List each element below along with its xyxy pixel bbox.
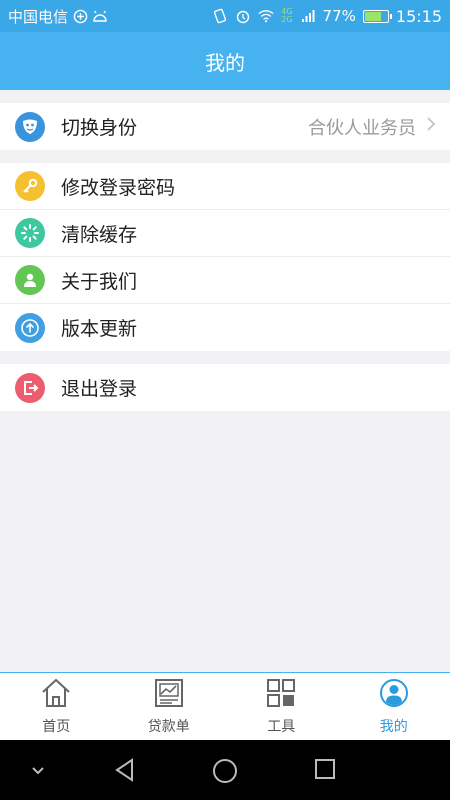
tab-home-label: 首页 (42, 718, 71, 735)
logout-row[interactable]: 退出登录 (0, 364, 450, 411)
tab-loan-label: 贷款单 (147, 718, 190, 735)
wifi-icon (258, 8, 274, 24)
loading-icon (15, 218, 45, 248)
network-type: 4G 2G (281, 7, 293, 24)
bottom-tab-bar: 首页 贷款单 工具 我的 (0, 672, 450, 740)
loan-chart-icon (154, 678, 184, 712)
status-bar: 中国电信 4G 2G 77% 15:15 (0, 0, 450, 32)
clear-cache-row[interactable]: 清除缓存 (0, 210, 450, 257)
back-button[interactable] (113, 758, 137, 782)
home-icon (40, 678, 72, 712)
settings-group: 修改登录密码 清除缓存 关于我们 版本更新 (0, 163, 450, 351)
mask-icon (15, 111, 45, 142)
page-header: 我的 (0, 32, 450, 90)
signal-icon (300, 8, 316, 24)
tab-loan[interactable]: 贷款单 (113, 673, 226, 740)
logout-group: 退出登录 (0, 364, 450, 411)
carrier-name: 中国电信 (8, 7, 69, 26)
clear-cache-label: 清除缓存 (61, 223, 138, 246)
clock: 15:15 (395, 6, 442, 26)
add-circle-icon (72, 8, 88, 24)
key-icon (15, 171, 45, 201)
switch-identity-label: 切换身份 (61, 117, 138, 139)
grid-tools-icon (266, 678, 296, 712)
change-password-row[interactable]: 修改登录密码 (0, 163, 450, 210)
logout-icon (15, 372, 45, 403)
about-us-row[interactable]: 关于我们 (0, 257, 450, 304)
page-title: 我的 (205, 50, 245, 75)
tab-mine[interactable]: 我的 (338, 673, 450, 740)
battery-percent: 77% (322, 7, 356, 25)
tab-mine-label: 我的 (379, 718, 408, 735)
tab-tools[interactable]: 工具 (225, 673, 338, 740)
switch-identity-row[interactable]: 切换身份 合伙人业务员 (0, 103, 450, 150)
android-nav-bar (0, 740, 450, 800)
change-password-label: 修改登录密码 (61, 176, 176, 199)
hide-keyboard-button[interactable] (30, 758, 46, 782)
version-update-label: 版本更新 (61, 318, 138, 340)
upload-icon (15, 312, 45, 343)
tab-home[interactable]: 首页 (0, 673, 113, 740)
about-us-label: 关于我们 (61, 270, 138, 293)
recent-apps-button[interactable] (314, 758, 336, 780)
tab-tools-label: 工具 (267, 718, 296, 735)
identity-group: 切换身份 合伙人业务员 (0, 103, 450, 150)
logout-label: 退出登录 (61, 378, 138, 400)
user-icon (15, 265, 45, 295)
alarm-icon (235, 8, 251, 24)
current-identity-value: 合伙人业务员 (308, 117, 416, 139)
home-button[interactable] (212, 758, 238, 784)
version-update-row[interactable]: 版本更新 (0, 304, 450, 351)
battery-icon (362, 9, 392, 23)
android-icon (92, 8, 108, 24)
profile-icon (379, 678, 409, 712)
chevron-right-icon (426, 116, 436, 137)
vibrate-icon (212, 8, 228, 24)
